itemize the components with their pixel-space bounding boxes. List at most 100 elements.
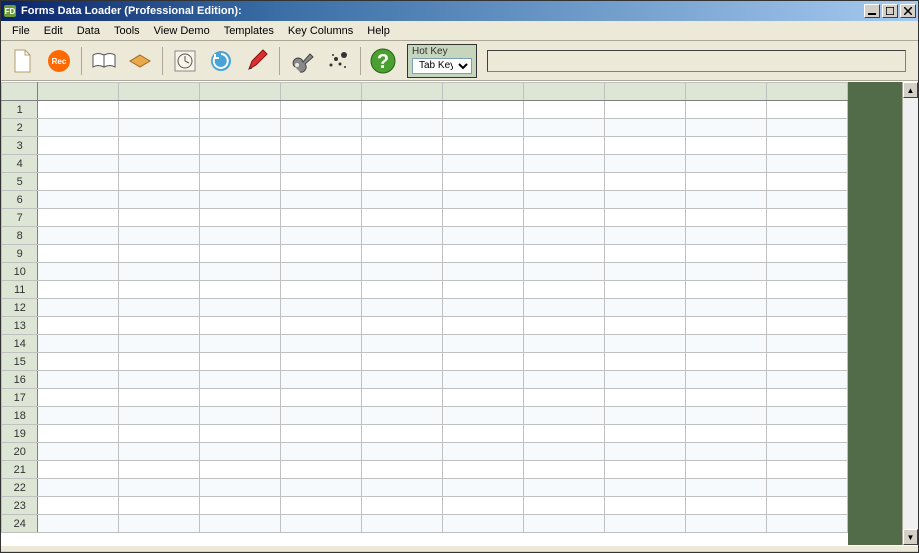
- grid-cell[interactable]: [200, 389, 281, 407]
- grid-cell[interactable]: [119, 335, 200, 353]
- grid-cell[interactable]: [767, 101, 848, 119]
- menu-view-demo[interactable]: View Demo: [147, 23, 217, 39]
- grid-cell[interactable]: [524, 245, 605, 263]
- grid-cell[interactable]: [281, 173, 362, 191]
- grid-cell[interactable]: [38, 299, 119, 317]
- grid-cell[interactable]: [767, 227, 848, 245]
- grid-cell[interactable]: [119, 299, 200, 317]
- grid-cell[interactable]: [524, 317, 605, 335]
- grid-cell[interactable]: [200, 461, 281, 479]
- diamond-button[interactable]: [124, 45, 156, 77]
- grid-cell[interactable]: [443, 443, 524, 461]
- close-button[interactable]: [900, 4, 916, 18]
- grid-cell[interactable]: [362, 425, 443, 443]
- grid-cell[interactable]: [686, 155, 767, 173]
- column-header[interactable]: [443, 83, 524, 101]
- row-header[interactable]: 21: [2, 461, 38, 479]
- grid-cell[interactable]: [362, 281, 443, 299]
- grid-cell[interactable]: [119, 191, 200, 209]
- grid-cell[interactable]: [362, 443, 443, 461]
- grid-cell[interactable]: [443, 191, 524, 209]
- menu-data[interactable]: Data: [70, 23, 107, 39]
- grid-cell[interactable]: [605, 119, 686, 137]
- column-header[interactable]: [362, 83, 443, 101]
- grid-cell[interactable]: [686, 191, 767, 209]
- grid-cell[interactable]: [38, 425, 119, 443]
- grid-cell[interactable]: [686, 389, 767, 407]
- grid-cell[interactable]: [443, 371, 524, 389]
- grid-cell[interactable]: [362, 461, 443, 479]
- grid-cell[interactable]: [686, 425, 767, 443]
- grid-cell[interactable]: [38, 407, 119, 425]
- grid-cell[interactable]: [362, 191, 443, 209]
- menu-key-columns[interactable]: Key Columns: [281, 23, 360, 39]
- grid-cell[interactable]: [767, 119, 848, 137]
- grid-cell[interactable]: [200, 515, 281, 533]
- grid-cell[interactable]: [443, 137, 524, 155]
- grid-cell[interactable]: [119, 155, 200, 173]
- grid-cell[interactable]: [119, 173, 200, 191]
- grid-cell[interactable]: [686, 461, 767, 479]
- grid-cell[interactable]: [686, 335, 767, 353]
- grid-cell[interactable]: [686, 407, 767, 425]
- grid-cell[interactable]: [524, 191, 605, 209]
- grid-cell[interactable]: [443, 515, 524, 533]
- grid-cell[interactable]: [38, 155, 119, 173]
- grid-cell[interactable]: [443, 317, 524, 335]
- row-header[interactable]: 11: [2, 281, 38, 299]
- grid-cell[interactable]: [524, 479, 605, 497]
- grid-cell[interactable]: [443, 389, 524, 407]
- new-document-button[interactable]: [7, 45, 39, 77]
- grid-cell[interactable]: [119, 353, 200, 371]
- row-header[interactable]: 3: [2, 137, 38, 155]
- grid-cell[interactable]: [524, 443, 605, 461]
- grid-cell[interactable]: [443, 263, 524, 281]
- grid-cell[interactable]: [281, 425, 362, 443]
- grid-cell[interactable]: [119, 389, 200, 407]
- grid-cell[interactable]: [686, 353, 767, 371]
- grid-cell[interactable]: [524, 173, 605, 191]
- grid-cell[interactable]: [38, 137, 119, 155]
- grid-cell[interactable]: [767, 515, 848, 533]
- grid-cell[interactable]: [119, 245, 200, 263]
- grid-cell[interactable]: [686, 443, 767, 461]
- grid-cell[interactable]: [443, 497, 524, 515]
- menu-templates[interactable]: Templates: [217, 23, 281, 39]
- menu-help[interactable]: Help: [360, 23, 397, 39]
- column-header[interactable]: [524, 83, 605, 101]
- grid-cell[interactable]: [686, 281, 767, 299]
- row-header[interactable]: 18: [2, 407, 38, 425]
- grid-cell[interactable]: [281, 119, 362, 137]
- grid-cell[interactable]: [200, 101, 281, 119]
- grid-cell[interactable]: [362, 389, 443, 407]
- grid-cell[interactable]: [38, 119, 119, 137]
- grid-cell[interactable]: [362, 119, 443, 137]
- grid-cell[interactable]: [38, 227, 119, 245]
- row-header[interactable]: 6: [2, 191, 38, 209]
- grid-cell[interactable]: [767, 173, 848, 191]
- grid-cell[interactable]: [119, 137, 200, 155]
- row-header[interactable]: 24: [2, 515, 38, 533]
- row-header[interactable]: 10: [2, 263, 38, 281]
- grid-cell[interactable]: [767, 245, 848, 263]
- grid-cell[interactable]: [38, 371, 119, 389]
- grid-cell[interactable]: [362, 155, 443, 173]
- maximize-button[interactable]: [882, 4, 898, 18]
- row-header[interactable]: 5: [2, 173, 38, 191]
- grid-cell[interactable]: [38, 281, 119, 299]
- minimize-button[interactable]: [864, 4, 880, 18]
- grid-cell[interactable]: [38, 479, 119, 497]
- column-header[interactable]: [200, 83, 281, 101]
- grid-cell[interactable]: [200, 497, 281, 515]
- grid-cell[interactable]: [281, 227, 362, 245]
- grid-cell[interactable]: [281, 461, 362, 479]
- scroll-track[interactable]: [903, 98, 918, 529]
- grid-cell[interactable]: [605, 101, 686, 119]
- scroll-up-button[interactable]: ▲: [903, 82, 918, 98]
- row-header[interactable]: 1: [2, 101, 38, 119]
- grid-cell[interactable]: [524, 497, 605, 515]
- grid-cell[interactable]: [605, 353, 686, 371]
- grid-cell[interactable]: [524, 461, 605, 479]
- row-header[interactable]: 15: [2, 353, 38, 371]
- row-header[interactable]: 8: [2, 227, 38, 245]
